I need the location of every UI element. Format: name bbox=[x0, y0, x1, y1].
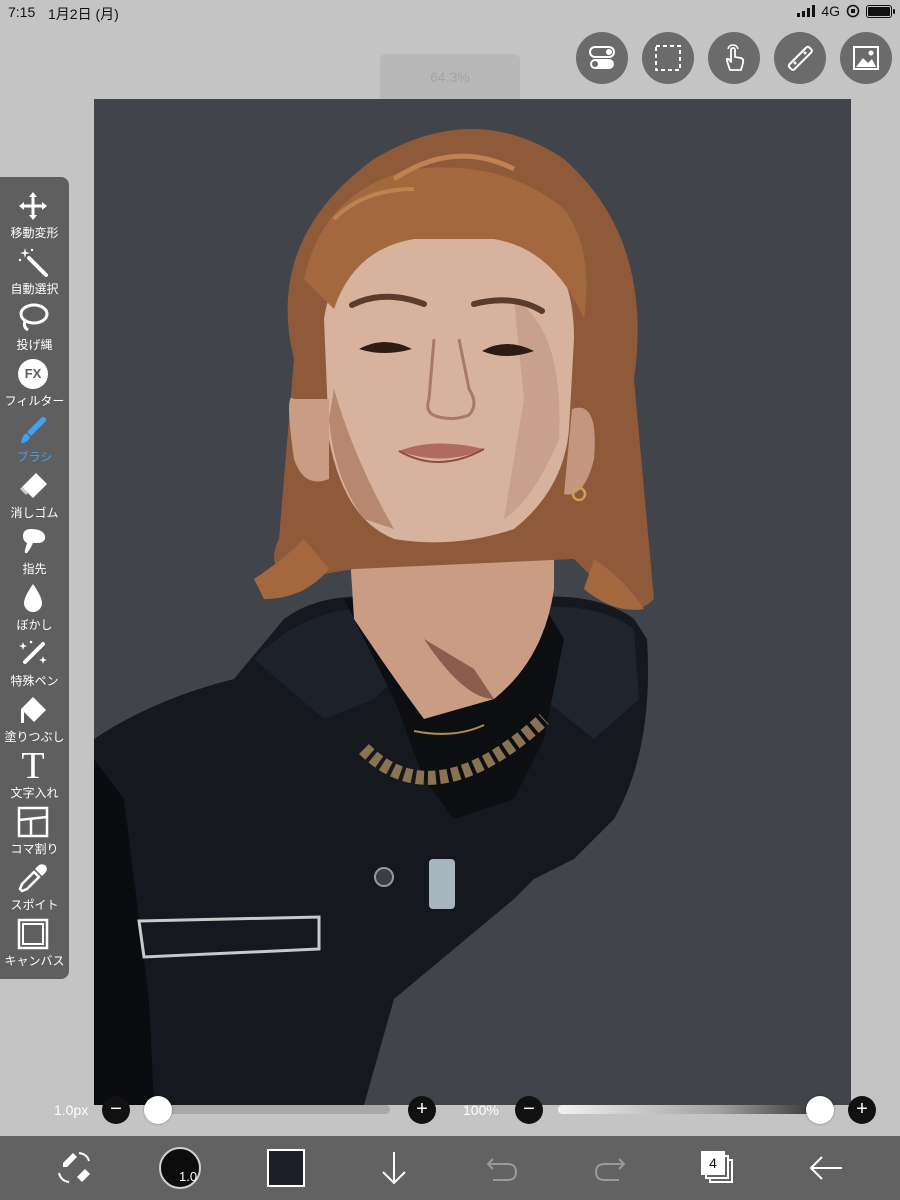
orientation-lock-icon bbox=[846, 4, 860, 18]
brush-preview-button[interactable]: 1.0 bbox=[158, 1146, 202, 1190]
tool-label: キャンバス bbox=[4, 954, 65, 968]
tool-label: 消しゴム bbox=[10, 506, 59, 520]
fill-icon bbox=[16, 693, 50, 727]
tool-label: 移動変形 bbox=[10, 226, 59, 240]
arrow-left-icon bbox=[809, 1156, 842, 1180]
layer-count: 4 bbox=[701, 1151, 725, 1175]
tool-special-pen[interactable]: 特殊ペン bbox=[0, 635, 69, 691]
download-button[interactable] bbox=[372, 1146, 416, 1190]
opacity-decrease-button[interactable]: − bbox=[515, 1096, 543, 1124]
selection-icon bbox=[655, 45, 681, 71]
brush-eraser-switch-icon bbox=[58, 1152, 90, 1183]
undo-icon bbox=[486, 1158, 518, 1181]
brush-preview-size: 1.0 bbox=[179, 1169, 198, 1184]
tool-label: フィルター bbox=[4, 394, 65, 408]
brush-size-decrease-button[interactable]: − bbox=[102, 1096, 130, 1124]
network-label: 4G bbox=[821, 3, 840, 19]
tool-label: 投げ縄 bbox=[16, 338, 53, 352]
brush-size-increase-button[interactable]: + bbox=[408, 1096, 436, 1124]
brush-size-value: 1.0px bbox=[54, 1102, 89, 1118]
tool-label: ブラシ bbox=[16, 450, 53, 464]
tool-text[interactable]: T 文字入れ bbox=[0, 747, 69, 803]
redo-icon bbox=[594, 1158, 626, 1181]
finger-icon bbox=[16, 525, 50, 559]
lasso-icon bbox=[16, 301, 50, 335]
tool-canvas[interactable]: キャンバス bbox=[0, 915, 69, 971]
frame-divide-icon bbox=[16, 805, 50, 839]
battery-icon bbox=[866, 4, 895, 18]
quick-switch-button[interactable] bbox=[52, 1146, 96, 1190]
eraser-icon bbox=[16, 469, 50, 503]
opacity-value: 100% bbox=[463, 1102, 499, 1118]
tool-fill[interactable]: 塗りつぶし bbox=[0, 691, 69, 747]
fx-badge: FX bbox=[18, 359, 48, 389]
hand-button[interactable] bbox=[708, 32, 760, 84]
opacity-slider[interactable] bbox=[558, 1105, 828, 1114]
tool-lasso[interactable]: 投げ縄 bbox=[0, 299, 69, 355]
ruler-button[interactable] bbox=[774, 32, 826, 84]
hand-icon bbox=[725, 44, 745, 71]
tool-brush[interactable]: ブラシ bbox=[0, 411, 69, 467]
top-toolbar bbox=[576, 32, 892, 84]
opacity-knob[interactable] bbox=[806, 1096, 834, 1124]
eyedropper-icon bbox=[16, 861, 50, 895]
tool-smudge[interactable]: 指先 bbox=[0, 523, 69, 579]
tool-eraser[interactable]: 消しゴム bbox=[0, 467, 69, 523]
tool-label: 塗りつぶし bbox=[4, 730, 65, 744]
text-glyph: T bbox=[21, 745, 45, 787]
magic-wand-icon bbox=[16, 245, 50, 279]
drawing-canvas[interactable] bbox=[94, 99, 851, 1105]
tool-palette: 移動変形 自動選択 投げ縄 FX フィルター ブラシ 消しゴム 指先 ぼかし 特… bbox=[0, 177, 69, 979]
tool-label: ぼかし bbox=[16, 618, 53, 632]
tool-frame-divide[interactable]: コマ割り bbox=[0, 803, 69, 859]
tool-filter[interactable]: FX フィルター bbox=[0, 355, 69, 411]
text-icon: T bbox=[16, 745, 50, 787]
brush-size-knob[interactable] bbox=[144, 1096, 172, 1124]
status-bar: 7:15 1月2日 (月) 4G bbox=[0, 0, 900, 24]
special-pen-icon bbox=[16, 637, 50, 671]
tool-label: 自動選択 bbox=[10, 282, 59, 296]
brush-preview-icon: 1.0 bbox=[159, 1147, 201, 1189]
status-indicators: 4G bbox=[797, 3, 895, 19]
opacity-increase-button[interactable]: + bbox=[848, 1096, 876, 1124]
arrow-down-icon bbox=[382, 1152, 406, 1185]
tool-label: コマ割り bbox=[10, 842, 59, 856]
gallery-button[interactable] bbox=[840, 32, 892, 84]
drop-icon bbox=[16, 581, 50, 615]
ruler-icon bbox=[787, 45, 813, 71]
move-icon bbox=[16, 189, 50, 223]
toggle-button[interactable] bbox=[576, 32, 628, 84]
tool-move-transform[interactable]: 移動変形 bbox=[0, 187, 69, 243]
slider-row: 1.0px − + 100% − + bbox=[0, 1094, 900, 1126]
brush-icon bbox=[16, 413, 50, 447]
tool-label: 特殊ペン bbox=[10, 674, 59, 688]
undo-button[interactable] bbox=[480, 1146, 524, 1190]
back-button[interactable] bbox=[804, 1146, 848, 1190]
tool-label: 文字入れ bbox=[10, 786, 59, 800]
signal-icon bbox=[797, 5, 816, 17]
layers-icon: 4 bbox=[701, 1151, 735, 1185]
tool-auto-select[interactable]: 自動選択 bbox=[0, 243, 69, 299]
tool-label: スポイト bbox=[10, 898, 59, 912]
color-button[interactable] bbox=[264, 1146, 308, 1190]
layers-button[interactable]: 4 bbox=[696, 1146, 740, 1190]
fx-icon: FX bbox=[16, 357, 50, 391]
artwork-portrait bbox=[94, 129, 654, 1105]
redo-button[interactable] bbox=[588, 1146, 632, 1190]
status-time: 7:15 bbox=[8, 4, 36, 20]
image-icon bbox=[853, 46, 879, 70]
current-color-swatch bbox=[267, 1149, 305, 1187]
tool-eyedropper[interactable]: スポイト bbox=[0, 859, 69, 915]
bottom-toolbar: 1.0 4 bbox=[0, 1136, 900, 1200]
canvas-icon bbox=[16, 917, 50, 951]
toggle-icon bbox=[589, 46, 615, 69]
status-date: 1月2日 (月) bbox=[48, 6, 119, 22]
tool-blur[interactable]: ぼかし bbox=[0, 579, 69, 635]
selection-button[interactable] bbox=[642, 32, 694, 84]
brush-size-slider[interactable] bbox=[150, 1105, 390, 1114]
tool-label: 指先 bbox=[22, 562, 47, 576]
